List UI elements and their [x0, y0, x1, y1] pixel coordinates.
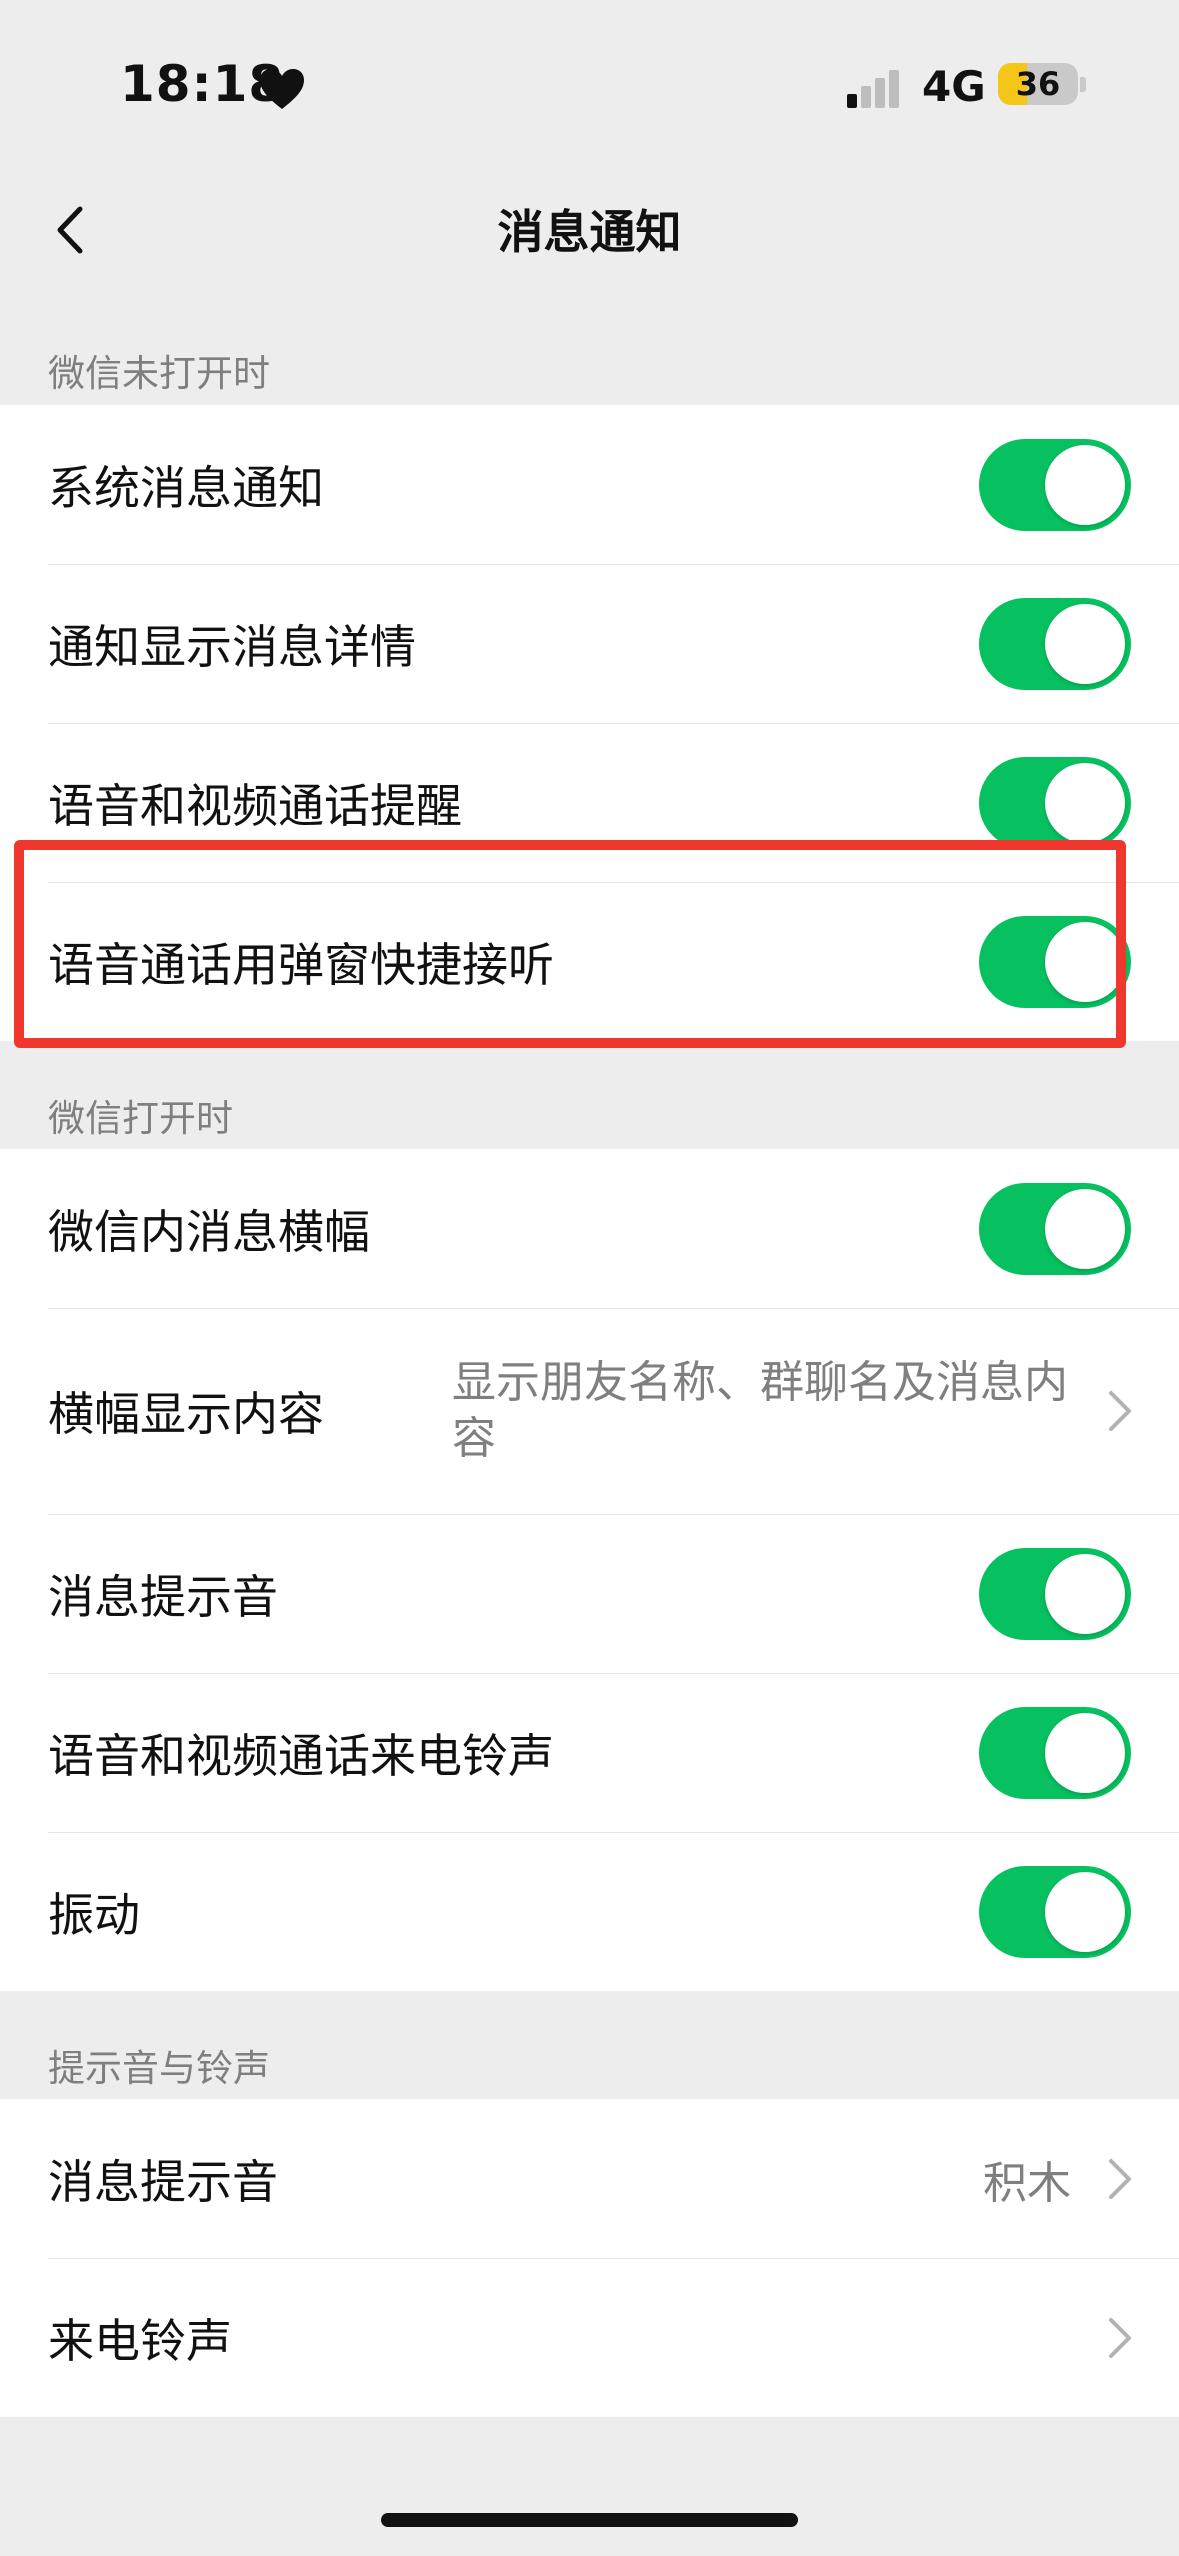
section-header-wechat-closed: 微信未打开时 — [48, 352, 270, 395]
banner-content-value: 显示朋友名称、群聊名及消息内容 — [452, 1357, 1068, 1464]
row-call-reminder: 语音和视频通话提醒 — [0, 723, 1179, 882]
group-wechat-open: 微信内消息横幅 横幅显示内容 显示朋友名称、群聊名及消息内容 消息提示音 语音和… — [0, 1149, 1179, 1991]
in-app-banner-toggle[interactable] — [979, 1182, 1131, 1275]
row-vibration: 振动 — [0, 1832, 1179, 1991]
toggle-knob — [1045, 1188, 1125, 1269]
message-sound-toggle[interactable] — [979, 1547, 1131, 1640]
call-reminder-toggle[interactable] — [979, 756, 1131, 849]
battery-percent: 36 — [1015, 65, 1061, 103]
row-label: 微信内消息横幅 — [48, 1204, 370, 1259]
page-title: 消息通知 — [497, 205, 682, 259]
popup-quick-answer-toggle[interactable] — [979, 915, 1131, 1008]
row-label: 来电铃声 — [48, 2313, 232, 2368]
group-wechat-closed: 系统消息通知 通知显示消息详情 语音和视频通话提醒 语音通话用弹窗快捷接听 — [0, 405, 1179, 1041]
toggle-knob — [1045, 1712, 1125, 1793]
vibration-toggle[interactable] — [979, 1865, 1131, 1958]
row-label: 消息提示音 — [48, 1569, 278, 1624]
status-bar: 18:18 4G 36 — [0, 0, 1179, 170]
toggle-knob — [1045, 921, 1125, 1002]
row-label: 横幅显示内容 — [48, 1387, 324, 1441]
section-header-sounds: 提示音与铃声 — [48, 2047, 270, 2090]
row-message-sound: 消息提示音 — [0, 1514, 1179, 1673]
row-banner-content[interactable]: 横幅显示内容 显示朋友名称、群聊名及消息内容 — [0, 1308, 1179, 1514]
row-call-ringtone: 语音和视频通话来电铃声 — [0, 1673, 1179, 1832]
row-label: 语音和视频通话来电铃声 — [48, 1728, 554, 1783]
row-popup-quick-answer: 语音通话用弹窗快捷接听 — [0, 882, 1179, 1041]
home-indicator — [381, 2513, 798, 2527]
row-notification-details: 通知显示消息详情 — [0, 564, 1179, 723]
row-system-notification: 系统消息通知 — [0, 405, 1179, 564]
screen: 18:18 4G 36 消息通知 微信未打开时 系统消息通知 通知显示消息详情 … — [0, 0, 1179, 2556]
chevron-right-icon — [1109, 1391, 1131, 1431]
system-notification-toggle[interactable] — [979, 438, 1131, 531]
section-header-wechat-open: 微信打开时 — [48, 1097, 233, 1140]
heart-icon — [260, 69, 304, 109]
row-label: 消息提示音 — [48, 2154, 278, 2209]
nav-bar: 消息通知 — [0, 170, 1179, 285]
toggle-knob — [1045, 1553, 1125, 1634]
toggle-knob — [1045, 1871, 1125, 1952]
row-in-app-banner: 微信内消息横幅 — [0, 1149, 1179, 1308]
toggle-knob — [1045, 762, 1125, 843]
group-sounds: 消息提示音 积木 来电铃声 — [0, 2099, 1179, 2417]
row-label: 振动 — [48, 1887, 140, 1942]
chevron-right-icon — [1109, 2158, 1131, 2199]
toggle-knob — [1045, 603, 1125, 684]
row-label: 系统消息通知 — [48, 460, 324, 515]
row-label: 语音通话用弹窗快捷接听 — [48, 937, 554, 992]
cellular-signal-icon — [847, 70, 899, 108]
row-label: 语音和视频通话提醒 — [48, 778, 462, 833]
battery-indicator: 36 — [998, 63, 1078, 105]
row-incoming-ringtone[interactable]: 来电铃声 — [0, 2258, 1179, 2417]
message-tone-value: 积木 — [983, 2157, 1071, 2209]
toggle-knob — [1045, 444, 1125, 525]
notification-details-toggle[interactable] — [979, 597, 1131, 690]
row-label: 通知显示消息详情 — [48, 619, 416, 674]
network-type: 4G — [922, 62, 986, 111]
battery-cap — [1080, 77, 1086, 92]
row-message-tone[interactable]: 消息提示音 积木 — [0, 2099, 1179, 2258]
call-ringtone-toggle[interactable] — [979, 1706, 1131, 1799]
chevron-right-icon — [1109, 2317, 1131, 2358]
